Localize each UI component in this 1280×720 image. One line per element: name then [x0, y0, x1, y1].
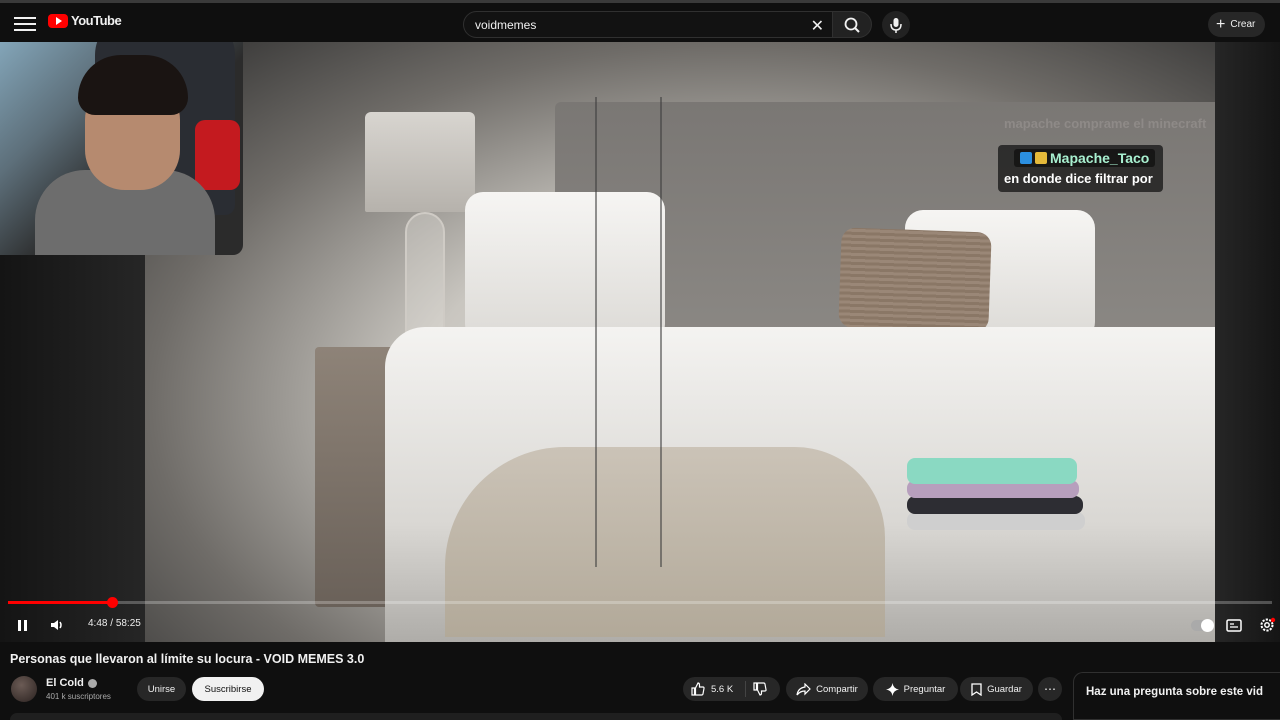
progress-scrubber[interactable]: [106, 597, 118, 608]
cloth-layer: [907, 496, 1083, 514]
video-frame[interactable]: [145, 42, 1280, 642]
subscriber-count: 401 k suscriptores: [46, 692, 111, 701]
progress-played: [8, 601, 112, 604]
join-button[interactable]: Unirse: [137, 677, 186, 701]
create-button[interactable]: + Crear: [1208, 12, 1266, 37]
chat-username-row: Mapache_Taco: [1014, 149, 1156, 167]
ask-button[interactable]: Preguntar: [873, 677, 958, 701]
video-artifact-line: [595, 97, 597, 567]
voice-search-button[interactable]: [882, 11, 910, 39]
settings-gear-icon[interactable]: [1256, 614, 1278, 636]
search-input[interactable]: [464, 17, 794, 32]
microphone-icon: [890, 18, 902, 33]
ask-panel-text: Haz una pregunta sobre este vid: [1086, 686, 1264, 698]
clear-search-icon[interactable]: ✕: [811, 16, 824, 36]
bookmark-icon: [971, 682, 982, 696]
cloth-layer: [907, 458, 1077, 484]
logo-text: YouTube: [71, 13, 122, 28]
time-separator: /: [110, 618, 114, 629]
pause-icon[interactable]: [12, 614, 32, 636]
video-title: Personas que llevaron al límite su locur…: [10, 652, 365, 666]
search-icon: [844, 17, 860, 33]
video-letterbox-right: [1215, 42, 1280, 642]
badge-icon: [1020, 152, 1032, 164]
streamer-hair: [78, 55, 188, 115]
autoplay-toggle[interactable]: [1190, 614, 1214, 636]
sparkle-icon: [885, 682, 899, 696]
youtube-logo[interactable]: YouTube: [48, 13, 122, 28]
time-current: 4:48: [88, 618, 108, 629]
plus-icon: +: [1216, 15, 1226, 33]
menu-icon[interactable]: [14, 13, 36, 33]
youtube-play-icon: [48, 13, 68, 28]
autoplay-toggle-icon: [1191, 618, 1214, 632]
channel-name-row[interactable]: El Cold: [46, 677, 97, 689]
ask-panel[interactable]: Haz una pregunta sobre este vid: [1073, 672, 1280, 720]
like-button[interactable]: 5.6 K: [691, 682, 733, 696]
top-bar: YouTube ✕ + Crear: [0, 0, 1280, 42]
ask-label: Preguntar: [903, 683, 946, 695]
save-button[interactable]: Guardar: [960, 677, 1033, 701]
like-dislike-group: 5.6 K: [683, 677, 780, 701]
thumbs-up-icon: [691, 682, 705, 696]
channel-avatar[interactable]: [11, 676, 37, 702]
player-controls: 4:48 / 58:25: [0, 608, 1280, 642]
share-icon: [796, 682, 811, 695]
share-label: Compartir: [816, 683, 858, 695]
crown-badge-icon: [1035, 152, 1047, 164]
webcam-overlay: [0, 42, 243, 255]
video-player[interactable]: mapache comprame el minecraft Mapache_Ta…: [0, 42, 1280, 642]
knit-cushion: [838, 227, 992, 333]
chat-username: Mapache_Taco: [1050, 150, 1150, 166]
folded-clothes: [907, 434, 1087, 544]
search-button[interactable]: [832, 11, 872, 38]
lamp-shade: [365, 112, 475, 212]
progress-bar[interactable]: [8, 597, 1272, 608]
time-total: 58:25: [115, 618, 141, 629]
search-box: ✕: [463, 11, 833, 38]
create-label: Crear: [1230, 19, 1256, 30]
verified-icon: [87, 678, 97, 688]
description-box[interactable]: [10, 713, 1062, 720]
video-artifact-line: [660, 97, 662, 567]
like-divider: [745, 681, 746, 697]
cloth-layer: [907, 512, 1085, 530]
save-label: Guardar: [987, 683, 1022, 695]
thumbs-down-icon[interactable]: [753, 682, 767, 696]
like-count: 5.6 K: [711, 683, 734, 695]
more-options-icon[interactable]: ⋯: [1038, 677, 1062, 701]
pillow-left: [465, 192, 665, 342]
share-button[interactable]: Compartir: [786, 677, 868, 701]
volume-icon[interactable]: [47, 614, 67, 636]
chat-faded-message: mapache comprame el minecraft: [1004, 116, 1207, 131]
chat-message: Mapache_Taco en donde dice filtrar por: [998, 145, 1164, 192]
chat-text: en donde dice filtrar por: [1004, 171, 1153, 186]
time-display: 4:48 / 58:25: [88, 618, 141, 629]
channel-name[interactable]: El Cold: [46, 677, 84, 689]
chair-accent: [195, 120, 240, 190]
captions-icon[interactable]: [1224, 614, 1244, 636]
subscribe-button[interactable]: Suscribirse: [192, 677, 264, 701]
